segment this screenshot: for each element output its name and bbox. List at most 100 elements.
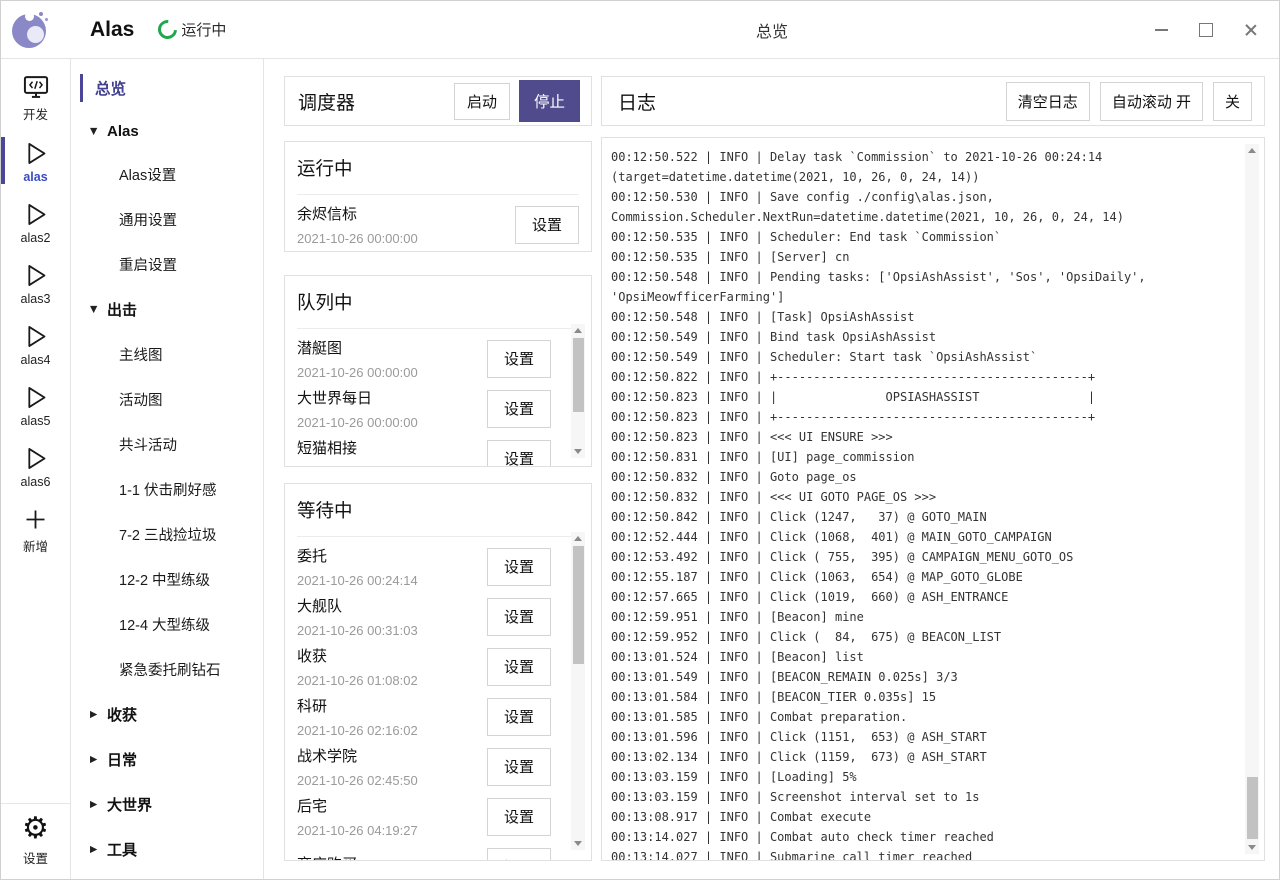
menu-item[interactable]: 1-1 伏击刷好感 <box>72 467 263 512</box>
log-lines: 00:12:50.522 | INFO | Delay task `Commis… <box>611 147 1234 861</box>
log-line: 00:12:50.823 | INFO | | OPSIASHASSIST | <box>611 387 1234 407</box>
task-info: 委托 2021-10-26 00:24:14 <box>297 545 418 588</box>
triangle-icon <box>90 754 107 765</box>
waiting-scrollbar[interactable] <box>571 532 585 850</box>
menu-section-header[interactable]: 收获 <box>72 692 263 737</box>
menu-item[interactable]: 通用设置 <box>72 197 263 242</box>
task-name: 战术学院 <box>297 745 418 766</box>
log-line: 00:12:50.522 | INFO | Delay task `Commis… <box>611 147 1234 187</box>
log-scrollbar[interactable] <box>1245 144 1259 854</box>
menu-item-overview[interactable]: 总览 <box>72 69 263 107</box>
task-row: 科研 2021-10-26 02:16:02 设置 <box>297 689 551 739</box>
menu-section-block: 收获 <box>72 692 263 737</box>
log-line: 00:12:57.665 | INFO | Click (1019, 660) … <box>611 587 1234 607</box>
scrollbar-thumb[interactable] <box>573 546 584 664</box>
scrollbar-thumb[interactable] <box>1247 777 1258 839</box>
rail-item-settings[interactable]: 设置 <box>1 803 70 879</box>
play-icon <box>22 445 49 472</box>
menu-item[interactable]: 活动图 <box>72 377 263 422</box>
start-button[interactable]: 启动 <box>454 83 510 120</box>
stop-button[interactable]: 停止 <box>519 80 580 122</box>
clear-log-button[interactable]: 清空日志 <box>1006 82 1090 121</box>
task-setting-button[interactable]: 设置 <box>487 390 551 428</box>
menu-item[interactable]: Alas设置 <box>72 152 263 197</box>
menu-section-block: 工具 <box>72 827 263 872</box>
log-line: 00:13:01.585 | INFO | Combat preparation… <box>611 707 1234 727</box>
rail-item-label: 设置 <box>23 848 48 867</box>
task-setting-button[interactable]: 设置 <box>487 698 551 736</box>
scrollbar-thumb[interactable] <box>573 338 584 412</box>
task-info: 大舰队 2021-10-26 00:31:03 <box>297 595 418 638</box>
instance-rail: 开发 alas alas2 alas3 alas4 alas5 alas6 <box>1 59 71 879</box>
rail-item-alas2[interactable]: alas2 <box>1 193 70 254</box>
menu-item[interactable]: 紧急委托刷钻石 <box>72 647 263 692</box>
maximize-button[interactable] <box>1198 22 1214 38</box>
code-monitor-icon <box>22 73 50 101</box>
menu-item[interactable]: 重启设置 <box>72 242 263 287</box>
menu-item[interactable]: 共斗活动 <box>72 422 263 467</box>
task-setting-button[interactable]: 设置 <box>487 798 551 836</box>
autoscroll-off-button[interactable]: 关 <box>1213 82 1252 121</box>
menu-section-block: 日常 <box>72 737 263 782</box>
gear-icon <box>22 813 49 845</box>
status-label: 运行中 <box>181 19 226 40</box>
log-line: 00:13:14.027 | INFO | Combat auto check … <box>611 827 1234 847</box>
task-row: 短猫相接 2021-10-26 00:00:00 设置 <box>297 431 551 467</box>
menu-section-header[interactable]: 日常 <box>72 737 263 782</box>
task-setting-button[interactable]: 设置 <box>487 440 551 468</box>
minimize-button[interactable] <box>1153 22 1169 38</box>
task-setting-button[interactable]: 设置 <box>487 848 551 862</box>
menu-section-header[interactable]: Alas <box>72 111 263 152</box>
log-column: 日志 清空日志 自动滚动 开 关 00:12:50.522 | INFO | D… <box>601 76 1265 861</box>
log-line: 00:12:50.535 | INFO | Scheduler: End tas… <box>611 227 1234 247</box>
task-setting-button[interactable]: 设置 <box>487 748 551 786</box>
app-logo-icon <box>12 11 50 49</box>
task-row: 委托 2021-10-26 00:24:14 设置 <box>297 539 551 589</box>
task-name: 大世界每日 <box>297 387 418 408</box>
maximize-icon <box>1199 23 1213 37</box>
scheduler-title: 调度器 <box>298 88 355 115</box>
menu-item[interactable]: 12-4 大型练级 <box>72 602 263 647</box>
task-setting-button[interactable]: 设置 <box>487 548 551 586</box>
task-setting-button[interactable]: 设置 <box>487 598 551 636</box>
rail-item-label: alas6 <box>21 475 51 489</box>
log-title: 日志 <box>618 88 656 115</box>
rail-item-dev[interactable]: 开发 <box>1 65 70 132</box>
menu-section-header[interactable]: 大世界 <box>72 782 263 827</box>
scroll-up-icon <box>1248 148 1256 153</box>
rail-item-label: 开发 <box>23 104 48 123</box>
log-panel: 00:12:50.522 | INFO | Delay task `Commis… <box>601 137 1265 861</box>
log-line: 00:12:50.530 | INFO | Save config ./conf… <box>611 187 1234 227</box>
waiting-task-list: 委托 2021-10-26 00:24:14 设置 大舰队 2021-10-26… <box>297 537 551 861</box>
log-line: 00:12:53.492 | INFO | Click ( 755, 395) … <box>611 547 1234 567</box>
rail-item-add[interactable]: 新增 <box>1 498 70 564</box>
scroll-down-icon <box>574 841 582 846</box>
play-icon <box>22 262 49 289</box>
task-setting-button[interactable]: 设置 <box>515 206 579 244</box>
task-time: 2021-10-26 00:24:14 <box>297 573 418 588</box>
rail-item-alas3[interactable]: alas3 <box>1 254 70 315</box>
task-setting-button[interactable]: 设置 <box>487 648 551 686</box>
rail-item-alas5[interactable]: alas5 <box>1 376 70 437</box>
menu-item[interactable]: 7-2 三战捡垃圾 <box>72 512 263 557</box>
log-line: 00:12:50.535 | INFO | [Server] cn <box>611 247 1234 267</box>
close-button[interactable] <box>1243 22 1259 38</box>
play-icon <box>22 323 49 350</box>
window-controls <box>1153 1 1259 58</box>
rail-item-alas4[interactable]: alas4 <box>1 315 70 376</box>
queue-scrollbar[interactable] <box>571 324 585 458</box>
rail-item-alas6[interactable]: alas6 <box>1 437 70 498</box>
task-row: 大舰队 2021-10-26 00:31:03 设置 <box>297 589 551 639</box>
menu-item[interactable]: 12-2 中型练级 <box>72 557 263 602</box>
scheduler-column: 调度器 启动 停止 运行中 余烬信标 2021-10-26 00:00:00 设… <box>284 76 592 861</box>
menu-section-header[interactable]: 工具 <box>72 827 263 872</box>
menu-item[interactable]: 主线图 <box>72 332 263 377</box>
task-setting-button[interactable]: 设置 <box>487 340 551 378</box>
autoscroll-on-button[interactable]: 自动滚动 开 <box>1100 82 1203 121</box>
menu-section-header[interactable]: 出击 <box>72 287 263 332</box>
log-line: 00:12:59.952 | INFO | Click ( 84, 675) @… <box>611 627 1234 647</box>
rail-item-alas[interactable]: alas <box>1 132 70 193</box>
task-time: 2021-10-26 00:00:00 <box>297 415 418 430</box>
group-title: 等待中 <box>297 497 579 537</box>
menu-section-label: Alas <box>107 123 139 140</box>
